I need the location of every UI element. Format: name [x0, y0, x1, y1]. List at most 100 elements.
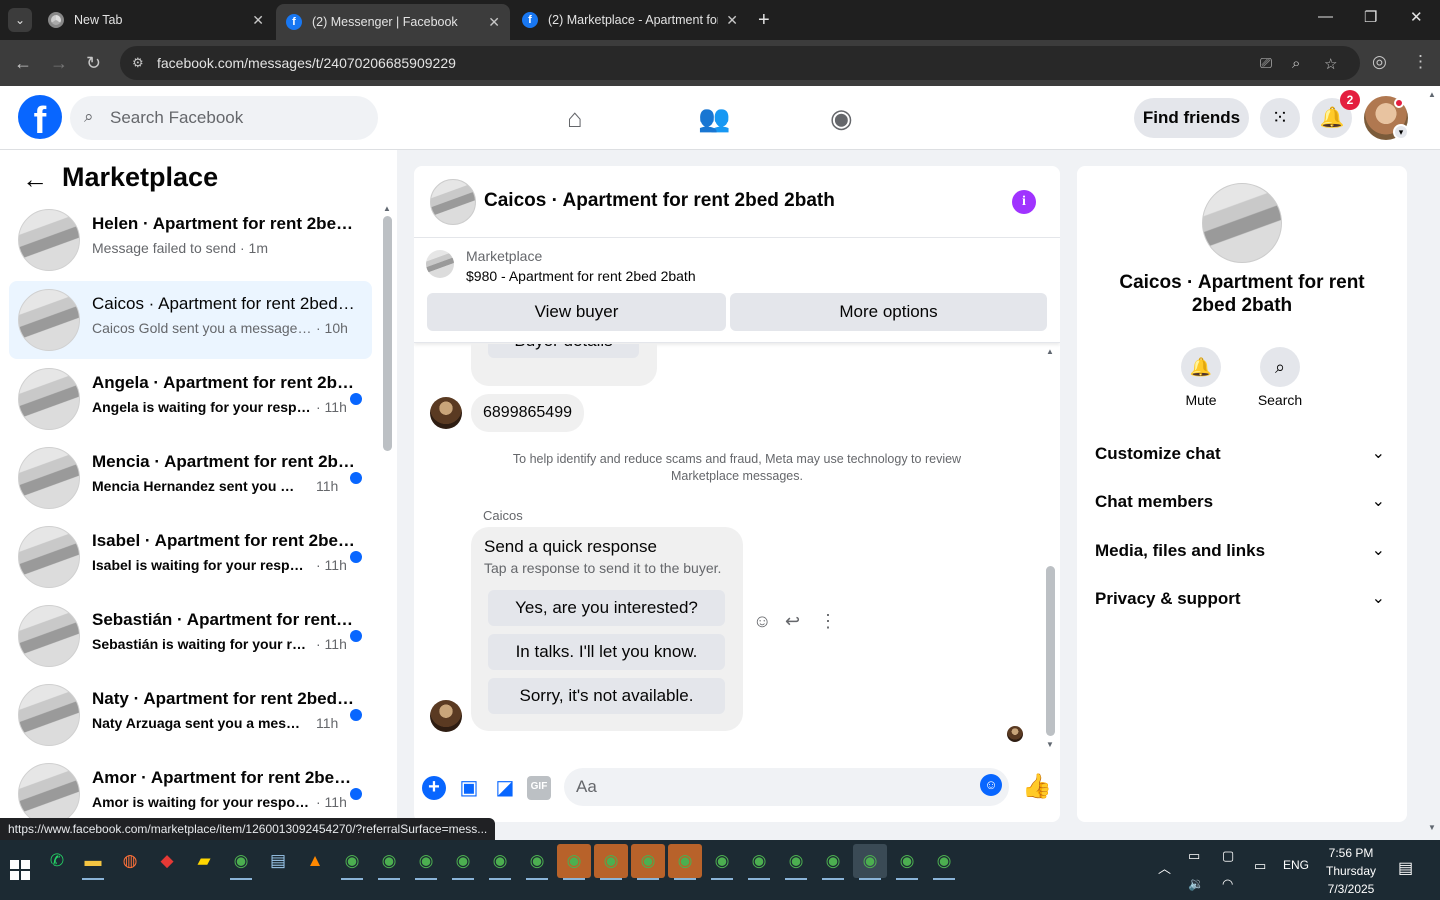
search-input[interactable]	[110, 96, 370, 140]
photo-icon[interactable]: ▣	[457, 776, 481, 800]
facebook-logo[interactable]: f	[18, 95, 62, 139]
firefox-icon[interactable]: ◍	[113, 844, 147, 878]
quick-reply-button[interactable]: Sorry, it's not available.	[488, 678, 725, 714]
minimize-icon[interactable]: —	[1318, 8, 1333, 25]
chrome-icon[interactable]: ◉	[668, 844, 702, 880]
chrome-icon[interactable]: ◉	[853, 844, 887, 880]
menu-grid-icon[interactable]: ⁙	[1260, 98, 1300, 138]
profile-icon[interactable]: ◎	[1372, 52, 1387, 72]
show-hidden-icons-chevron-icon[interactable]: ︿	[1158, 858, 1171, 877]
gif-icon[interactable]: GIF	[527, 776, 551, 800]
listing-thumbnail[interactable]	[430, 179, 476, 225]
facebook-search[interactable]: ⌕	[70, 96, 378, 140]
whatsapp-icon[interactable]: ✆	[40, 844, 74, 878]
close-tab-icon[interactable]: ✕	[726, 12, 738, 29]
conversation-item[interactable]: Helen · Apartment for rent 2bed 2bath Me…	[9, 201, 372, 279]
restore-icon[interactable]: ❐	[1364, 8, 1377, 26]
chevron-down-icon[interactable]: ▾	[1393, 124, 1409, 140]
install-app-icon[interactable]: ⎚	[1260, 55, 1272, 72]
view-buyer-button[interactable]: View buyer	[427, 293, 726, 331]
reply-icon[interactable]: ↩	[785, 611, 800, 632]
zoom-icon[interactable]: ⌕	[1292, 55, 1300, 72]
search-in-conversation-button[interactable]: ⌕ Search	[1250, 347, 1310, 408]
chrome-icon[interactable]: ◉	[631, 844, 665, 880]
mute-button[interactable]: 🔔 Mute	[1171, 347, 1231, 408]
close-tab-icon[interactable]: ✕	[252, 12, 264, 29]
anydesk-icon[interactable]: ◆	[150, 844, 184, 878]
page-scroll-up-arrow-icon[interactable]: ▲	[1428, 90, 1436, 99]
buyer-details-button[interactable]: Buyer details	[488, 344, 639, 358]
tab-new-tab[interactable]: New Tab ✕	[38, 4, 274, 36]
wifi-icon[interactable]: ◠	[1222, 876, 1233, 892]
tab-messenger[interactable]: f (2) Messenger | Facebook ✕	[276, 4, 510, 40]
section-media-files-links[interactable]: Media, files and links ⌄	[1085, 529, 1399, 573]
scroll-up-arrow-icon[interactable]: ▲	[383, 204, 391, 213]
thumbs-up-icon[interactable]: 👍	[1022, 772, 1052, 801]
chrome-icon[interactable]: ◉	[409, 844, 443, 880]
chrome-icon[interactable]: ◉	[557, 844, 591, 880]
react-emoji-icon[interactable]: ☺	[753, 611, 771, 632]
chrome-icon[interactable]: ◉	[742, 844, 776, 880]
chrome-icon[interactable]: ◉	[890, 844, 924, 880]
chrome-menu-icon[interactable]: ⋮	[1412, 52, 1429, 72]
site-info-icon[interactable]: ⚙	[132, 55, 144, 71]
conversation-item[interactable]: Isabel · Apartment for rent 2bed 2bath I…	[9, 518, 372, 596]
chrome-icon[interactable]: ◉	[520, 844, 554, 880]
file-explorer-icon[interactable]: ▬	[76, 844, 110, 880]
find-friends-button[interactable]: Find friends	[1134, 98, 1249, 138]
plus-icon[interactable]: +	[422, 776, 446, 800]
listing-price[interactable]: $980 - Apartment for rent 2bed 2bath	[466, 268, 696, 284]
new-tab-button[interactable]: +	[758, 8, 770, 32]
chrome-icon[interactable]: ◉	[594, 844, 628, 880]
volume-icon[interactable]: 🔉	[1188, 876, 1204, 892]
section-customize-chat[interactable]: Customize chat ⌄	[1085, 432, 1399, 476]
clock[interactable]: 7:56 PM Thursday 7/3/2025	[1320, 844, 1382, 898]
emoji-icon[interactable]: ☺	[980, 774, 1002, 796]
sticky-notes-icon[interactable]: ▰	[187, 844, 221, 878]
language-indicator[interactable]: ENG	[1283, 858, 1309, 872]
more-options-button[interactable]: More options	[730, 293, 1047, 331]
close-window-icon[interactable]: ✕	[1410, 8, 1423, 26]
chrome-icon[interactable]: ◉	[816, 844, 850, 880]
back-arrow-icon[interactable]: ←	[22, 164, 48, 195]
quick-reply-button[interactable]: In talks. I'll let you know.	[488, 634, 725, 670]
listing-thumbnail[interactable]	[1202, 183, 1282, 263]
section-privacy-support[interactable]: Privacy & support ⌄	[1085, 577, 1399, 621]
keyboard-icon[interactable]: ▭	[1254, 858, 1266, 874]
message-thread-scrollbar[interactable]	[1046, 566, 1055, 736]
sticker-icon[interactable]: ◪	[493, 776, 517, 800]
conversation-item-selected[interactable]: Caicos · Apartment for rent 2bed 2bath C…	[9, 281, 372, 359]
close-tab-icon[interactable]: ✕	[488, 14, 500, 31]
home-icon[interactable]: ⌂	[567, 104, 583, 132]
reload-icon[interactable]: ↻	[86, 52, 101, 74]
notification-center-icon[interactable]: ▤	[1398, 858, 1413, 878]
chrome-icon[interactable]: ◉	[483, 844, 517, 880]
more-actions-icon[interactable]: ⋮	[819, 611, 837, 632]
friends-icon[interactable]: 👥	[698, 104, 730, 132]
vlc-icon[interactable]: ▲	[298, 844, 332, 878]
chrome-icon[interactable]: ◉	[927, 844, 961, 880]
chrome-icon[interactable]: ◉	[446, 844, 480, 880]
notepad-icon[interactable]: ▤	[261, 844, 295, 878]
device-icon[interactable]: ▢	[1222, 848, 1234, 864]
battery-icon[interactable]: ▭	[1188, 848, 1200, 864]
chrome-icon[interactable]: ◉	[779, 844, 813, 880]
conversation-item[interactable]: Angela · Apartment for rent 2bed 2bath A…	[9, 360, 372, 438]
scroll-down-arrow-icon[interactable]: ▼	[1046, 740, 1054, 749]
scroll-up-arrow-icon[interactable]: ▲	[1046, 347, 1054, 356]
chrome-icon[interactable]: ◉	[224, 844, 258, 880]
buyer-avatar[interactable]	[430, 397, 462, 429]
tab-search-button[interactable]: ⌄	[8, 8, 32, 32]
chrome-icon[interactable]: ◉	[705, 844, 739, 880]
groups-icon[interactable]: ◉	[830, 104, 853, 132]
conversation-item[interactable]: Sebastián · Apartment for rent 2bed 2bat…	[9, 597, 372, 675]
conversation-list-scrollbar[interactable]	[383, 216, 392, 451]
sender-avatar[interactable]	[430, 700, 462, 732]
windows-start-icon[interactable]	[10, 860, 30, 880]
conversation-item[interactable]: Mencia · Apartment for rent 2bed 2bath M…	[9, 439, 372, 517]
info-icon[interactable]: i	[1012, 190, 1036, 214]
chrome-icon[interactable]: ◉	[372, 844, 406, 880]
chrome-icon[interactable]: ◉	[335, 844, 369, 880]
conversation-item[interactable]: Naty · Apartment for rent 2bed 2bath Nat…	[9, 676, 372, 754]
chat-title[interactable]: Caicos · Apartment for rent 2bed 2bath	[484, 190, 835, 212]
